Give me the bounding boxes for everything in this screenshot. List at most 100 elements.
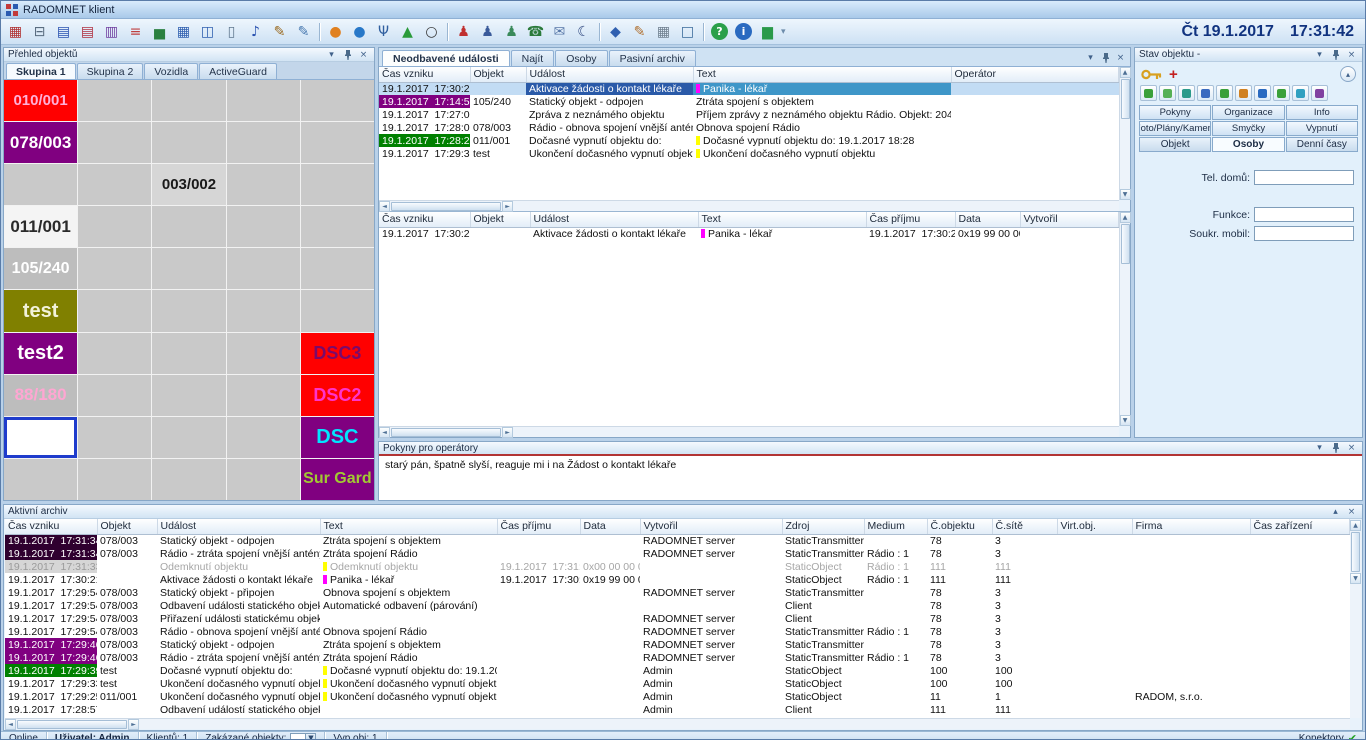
field-input-soukr-mobil[interactable]: [1254, 226, 1354, 241]
column-header-text[interactable]: Text: [320, 519, 497, 534]
grid-cell[interactable]: [78, 248, 151, 289]
collapse-icon[interactable]: ▾: [1313, 442, 1326, 454]
tab-neodbaven-ud-losti[interactable]: Neodbavené události: [382, 50, 510, 66]
column-header-as-vzniku[interactable]: Čas vzniku: [5, 519, 97, 534]
column-header-as-za-zen[interactable]: Čas zařízení: [1250, 519, 1350, 534]
table-row[interactable]: 19.1.2017 17:30:21Aktivace žádosti o kon…: [5, 573, 1350, 586]
table-row[interactable]: 19.1.2017 17:29:25011/001Ukončení dočasn…: [5, 690, 1350, 703]
scroll-thumb[interactable]: [391, 428, 501, 437]
table-row[interactable]: 19.1.2017 17:29:33testUkončení dočasného…: [5, 677, 1350, 690]
horizontal-scrollbar[interactable]: ◄►: [379, 426, 1119, 437]
report-icon[interactable]: ▯: [220, 21, 243, 43]
chart-icon[interactable]: ▅: [148, 21, 171, 43]
pin-icon[interactable]: [341, 49, 354, 61]
state-blue-icon[interactable]: [1197, 85, 1214, 101]
column-header-as-p-jmu[interactable]: Čas příjmu: [866, 212, 955, 227]
scroll-left-icon[interactable]: ◄: [5, 719, 16, 730]
scroll-right-icon[interactable]: ►: [502, 201, 513, 212]
table-row[interactable]: 19.1.2017 17:30:21Aktivace žádosti o kon…: [379, 227, 1119, 240]
tab-activeguard[interactable]: ActiveGuard: [199, 63, 277, 79]
grid-cell[interactable]: [152, 417, 225, 458]
column-header-objekt[interactable]: Objekt: [470, 212, 530, 227]
column-header-ud-lost[interactable]: Událost: [530, 212, 698, 227]
collapse-icon[interactable]: ▾: [1084, 52, 1097, 64]
button-foto-pl-ny-kamery[interactable]: Foto/Plány/Kamery: [1139, 121, 1211, 136]
close-icon[interactable]: ×: [357, 49, 370, 61]
mail-icon[interactable]: ✉: [548, 21, 571, 43]
grid-cell[interactable]: [152, 375, 225, 416]
grid-cell[interactable]: [78, 375, 151, 416]
monitor-icon[interactable]: □: [676, 21, 699, 43]
scroll-thumb[interactable]: [1121, 79, 1130, 119]
collapse-icon[interactable]: ▴: [1329, 506, 1342, 518]
grid-cell[interactable]: [78, 290, 151, 331]
column-header-text[interactable]: Text: [698, 212, 866, 227]
scroll-thumb[interactable]: [1351, 532, 1360, 572]
column-header-as-vzniku[interactable]: Čas vzniku: [379, 212, 470, 227]
users-blue-icon[interactable]: ♟: [476, 21, 499, 43]
object-cell-011-001[interactable]: 011/001: [4, 206, 77, 247]
note-icon[interactable]: ✎: [292, 21, 315, 43]
tab-denn-asy[interactable]: Denní časy: [1286, 137, 1358, 152]
vertical-scrollbar[interactable]: ▲▼: [1350, 520, 1361, 718]
audio-icon[interactable]: ♪: [244, 21, 267, 43]
column-header-data[interactable]: Data: [955, 212, 1020, 227]
grid-cell[interactable]: [301, 206, 374, 247]
help-icon[interactable]: ?: [711, 23, 728, 40]
table-row[interactable]: 19.1.2017 17:31:34078/003Statický objekt…: [5, 534, 1350, 547]
tab-skupina-2[interactable]: Skupina 2: [77, 63, 144, 79]
scroll-right-icon[interactable]: ►: [502, 427, 513, 438]
table-row[interactable]: 19.1.2017 17:30:21Aktivace žádosti o kon…: [379, 82, 1119, 95]
table-row[interactable]: 19.1.2017 17:28:20011/001Dočasné vypnutí…: [379, 134, 1119, 147]
globe-blue-icon[interactable]: ●: [348, 21, 371, 43]
scroll-thumb[interactable]: [17, 720, 127, 729]
scroll-up-icon[interactable]: ▲: [1350, 520, 1361, 531]
column-header-objekt[interactable]: Objekt: [97, 519, 157, 534]
tab-skupina-1[interactable]: Skupina 1: [6, 63, 76, 79]
state-cyan-icon[interactable]: [1292, 85, 1309, 101]
grid-cell[interactable]: [227, 290, 300, 331]
grid-cell[interactable]: [227, 164, 300, 205]
horizontal-scrollbar[interactable]: ◄►: [5, 718, 1350, 729]
button-pokyny[interactable]: Pokyny: [1139, 105, 1211, 120]
globe-orange-icon[interactable]: ●: [324, 21, 347, 43]
column-header-vytvo-il[interactable]: Vytvořil: [1020, 212, 1119, 227]
table-row[interactable]: 19.1.2017 17:31:33Odemknutí objektuOdemk…: [5, 560, 1350, 573]
table-row[interactable]: 19.1.2017 17:29:54078/003Rádio - obnova …: [5, 625, 1350, 638]
scroll-down-icon[interactable]: ▼: [1350, 573, 1361, 584]
grid-cell[interactable]: [227, 459, 300, 500]
vertical-scrollbar[interactable]: ▲▼: [1119, 212, 1130, 426]
collapse-icon[interactable]: ▾: [1313, 49, 1326, 61]
close-icon[interactable]: ×: [1114, 52, 1127, 64]
table-row[interactable]: 19.1.2017 17:29:39testDočasné vypnutí ob…: [5, 664, 1350, 677]
grid-cell[interactable]: [227, 206, 300, 247]
table-row[interactable]: 19.1.2017 17:29:54078/003Přiřazení událo…: [5, 612, 1350, 625]
grid-cell[interactable]: [4, 164, 77, 205]
pin-icon[interactable]: [1099, 52, 1112, 64]
contacts-icon[interactable]: ♟: [500, 21, 523, 43]
object-cell-105-240[interactable]: 105/240: [4, 248, 77, 289]
print-icon[interactable]: ⊟: [28, 21, 51, 43]
grid-cell[interactable]: [4, 459, 77, 500]
close-icon[interactable]: ×: [1345, 506, 1358, 518]
scroll-left-icon[interactable]: ◄: [379, 427, 390, 438]
grid-cell[interactable]: [227, 80, 300, 121]
state-info-icon[interactable]: [1254, 85, 1271, 101]
grid-cell[interactable]: [4, 417, 77, 458]
vertical-scrollbar[interactable]: ▲▼: [1119, 67, 1130, 200]
table-row[interactable]: 19.1.2017 17:28:07078/003Rádio - obnova …: [379, 121, 1119, 134]
grid-cell[interactable]: [301, 290, 374, 331]
scroll-up-icon[interactable]: ▲: [1120, 67, 1131, 78]
column-header-as-p-jmu[interactable]: Čas příjmu: [497, 519, 580, 534]
column-header-ud-lost[interactable]: Událost: [526, 67, 693, 82]
column-header-data[interactable]: Data: [580, 519, 640, 534]
users-red-icon[interactable]: ♟: [452, 21, 475, 43]
state-orange-icon[interactable]: [1235, 85, 1252, 101]
object-cell-sur-gard[interactable]: Sur Gard: [301, 459, 374, 500]
column-header-text[interactable]: Text: [693, 67, 951, 82]
tab-pasivn-archiv[interactable]: Pasivní archiv: [609, 50, 696, 66]
toolbar-overflow-icon[interactable]: ▾: [781, 26, 786, 37]
search-icon[interactable]: ○: [420, 21, 443, 43]
column-header-as-vzniku[interactable]: Čas vzniku: [379, 67, 470, 82]
grid-cell[interactable]: [78, 122, 151, 163]
